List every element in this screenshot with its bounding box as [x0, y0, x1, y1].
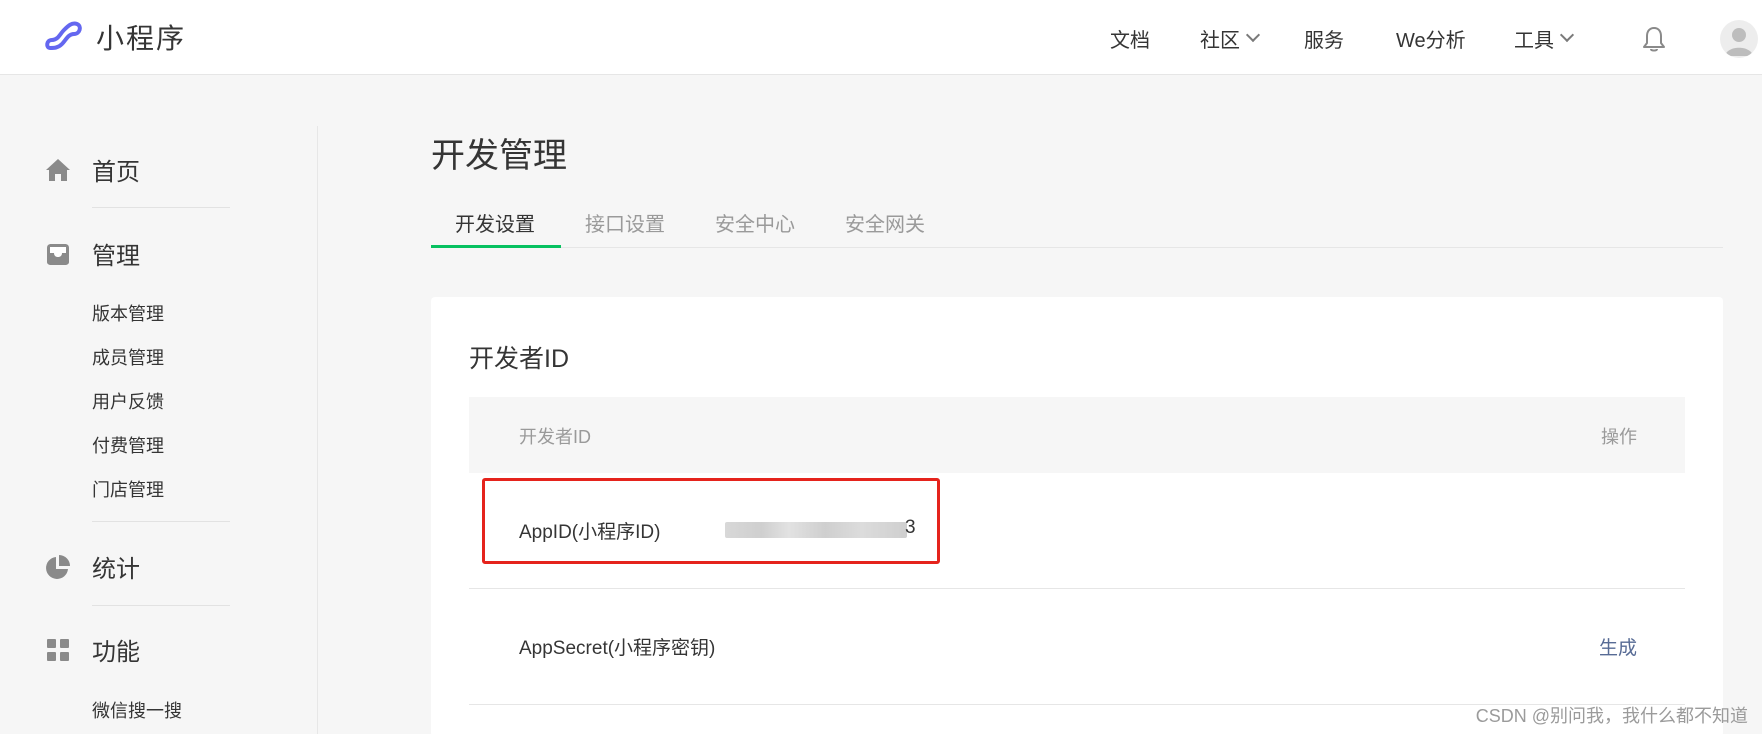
nav-community[interactable]: 社区 [1200, 24, 1261, 52]
tab-security-gateway[interactable]: 安全网关 [845, 208, 925, 237]
appid-highlight-annotation [482, 478, 940, 564]
nav-community-label: 社区 [1200, 29, 1240, 52]
card-title: 开发者ID [469, 345, 570, 373]
nav-services[interactable]: 服务 [1304, 24, 1344, 52]
nav-docs[interactable]: 文档 [1110, 24, 1150, 52]
pie-chart-icon [46, 554, 70, 579]
sidebar-sub-version-management[interactable]: 版本管理 [92, 300, 164, 326]
logo-text[interactable]: 小程序 [96, 17, 186, 57]
sidebar-item-label: 统计 [92, 556, 140, 583]
watermark: CSDN @别问我，我什么都不知道 [1475, 706, 1748, 726]
sidebar-sub-payment-management[interactable]: 付费管理 [92, 432, 164, 458]
chevron-down-icon [1245, 27, 1261, 43]
sidebar-item-label: 管理 [92, 243, 140, 270]
sidebar-sub-member-management[interactable]: 成员管理 [92, 344, 164, 370]
sidebar-sub-wechat-search[interactable]: 微信搜一搜 [92, 697, 182, 723]
generate-secret-link[interactable]: 生成 [1599, 633, 1637, 660]
sidebar-item-features[interactable]: 功能 [44, 632, 140, 667]
table-row-appsecret: AppSecret(小程序密钥) 生成 [469, 589, 1685, 705]
sidebar-item-statistics[interactable]: 统计 [44, 549, 140, 584]
tab-security-center[interactable]: 安全中心 [715, 208, 795, 237]
inbox-icon [47, 243, 69, 265]
sidebar-separator [92, 207, 230, 208]
home-icon [46, 158, 70, 181]
bell-icon[interactable] [1643, 26, 1665, 52]
nav-docs-label: 文档 [1110, 29, 1150, 52]
sidebar-item-label: 首页 [92, 159, 140, 186]
nav-we-analysis-label: We分析 [1396, 29, 1466, 52]
sidebar-separator [92, 605, 230, 606]
nav-tools-label: 工具 [1514, 29, 1554, 52]
sidebar-item-home[interactable]: 首页 [44, 152, 140, 187]
sidebar-divider [317, 126, 318, 734]
sidebar-item-management[interactable]: 管理 [44, 236, 140, 271]
chevron-down-icon [1559, 27, 1575, 43]
column-header-action: 操作 [1601, 427, 1637, 447]
sidebar-item-label: 功能 [92, 639, 140, 666]
table-header: 开发者ID 操作 [469, 397, 1685, 473]
page-title: 开发管理 [431, 137, 567, 175]
column-header-developer-id: 开发者ID [519, 427, 591, 447]
tab-api-settings[interactable]: 接口设置 [585, 208, 665, 237]
nav-we-analysis[interactable]: We分析 [1396, 24, 1466, 52]
nav-tools[interactable]: 工具 [1514, 24, 1575, 52]
tab-bar: 开发设置 接口设置 安全中心 安全网关 [431, 200, 1723, 248]
sidebar-separator [92, 521, 230, 522]
appsecret-label: AppSecret(小程序密钥) [519, 638, 716, 659]
miniprogram-logo-icon[interactable] [44, 18, 84, 54]
active-tab-indicator [431, 245, 561, 248]
avatar[interactable] [1720, 20, 1758, 58]
sidebar-sub-store-management[interactable]: 门店管理 [92, 476, 164, 502]
nav-services-label: 服务 [1304, 29, 1344, 52]
user-icon [1725, 28, 1753, 56]
tab-dev-settings[interactable]: 开发设置 [455, 208, 535, 237]
top-bar: 小程序 文档 社区 服务 We分析 工具 [0, 0, 1762, 75]
sidebar-sub-user-feedback[interactable]: 用户反馈 [92, 388, 164, 414]
grid-icon [47, 638, 69, 661]
